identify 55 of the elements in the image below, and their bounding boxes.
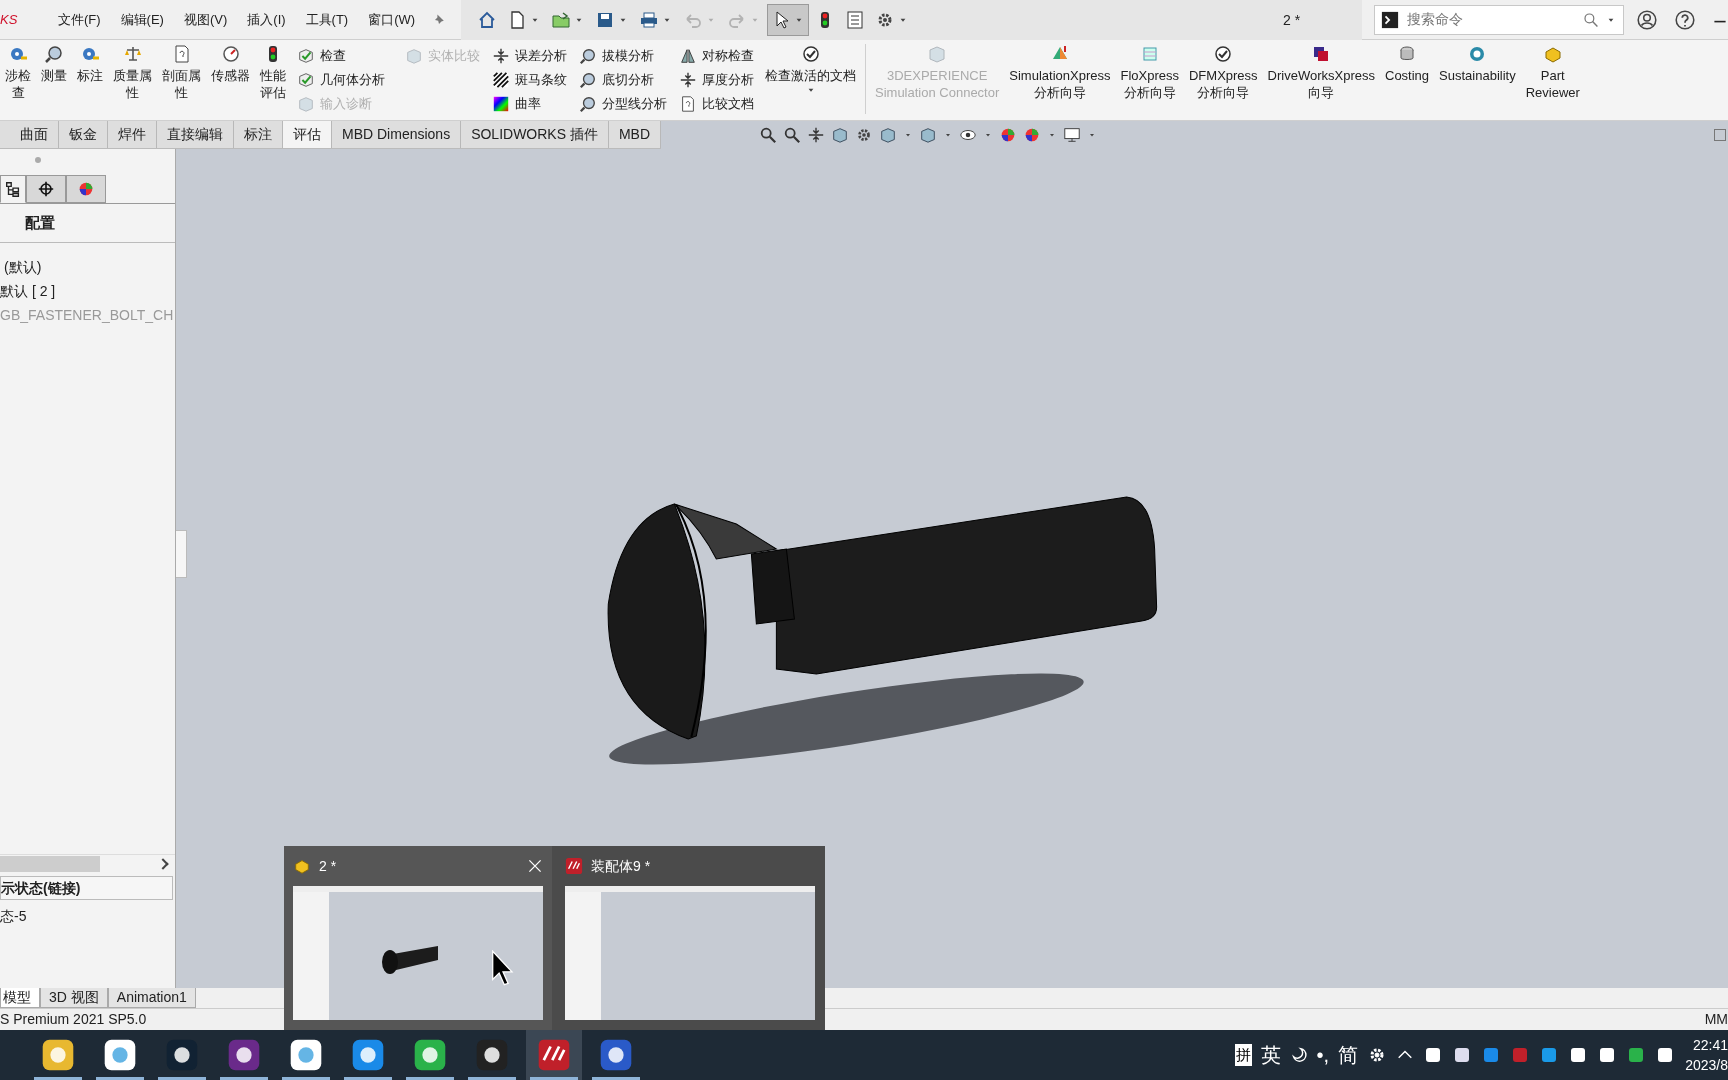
units-text[interactable]: MM <box>1704 1009 1728 1030</box>
menu-item[interactable]: 窗口(W) <box>358 9 426 30</box>
ribbon-button[interactable]: Part Reviewer <box>1520 44 1585 101</box>
ribbon-button[interactable]: 几何体分析 <box>297 68 385 92</box>
ribbon-button[interactable]: FloXpress 分析向导 <box>1115 44 1184 101</box>
ribbon-button[interactable]: 测量 <box>36 44 72 84</box>
ribbon-button[interactable]: SimulationXpress 分析向导 <box>1004 44 1116 101</box>
ribbon-button[interactable]: 比较文档 <box>679 92 754 116</box>
preview-title: 装配体9 * <box>591 856 652 876</box>
ribbon-button[interactable]: 曲率 <box>492 92 567 116</box>
search-bar[interactable]: 搜索命令 <box>1374 4 1624 35</box>
preview-title: 2 * <box>319 856 338 876</box>
tab[interactable]: Animation1 <box>107 988 196 1008</box>
ribbon-button[interactable]: 剖面属性 <box>157 44 206 101</box>
menu-item[interactable]: 视图(V) <box>173 9 238 30</box>
tab[interactable]: 3D 视图 <box>40 988 108 1008</box>
menu-item[interactable]: 编辑(E) <box>110 9 174 30</box>
input-method-text[interactable]: 拼 <box>1234 1043 1252 1067</box>
ribbon-button[interactable]: 分型线分析 <box>579 92 667 116</box>
input-method-text[interactable]: •, <box>1316 1040 1330 1070</box>
input-method-text[interactable]: 简 <box>1338 1040 1359 1070</box>
ribbon-button[interactable]: 误差分析 <box>492 44 567 68</box>
panel-heading: 配置 <box>25 213 56 233</box>
ribbon-button[interactable]: DFMXpress 分析向导 <box>1184 44 1263 101</box>
clock-date[interactable]: 2023/8 <box>1685 1055 1728 1075</box>
menu-item[interactable]: 文件(F) <box>48 9 111 30</box>
ribbon-button[interactable]: 对称检查 <box>679 44 754 68</box>
window-preview[interactable]: 2 * <box>284 846 552 1030</box>
ribbon-button[interactable]: 质量属性 <box>108 44 157 101</box>
logo-text: KS <box>0 10 19 29</box>
tree-item[interactable]: (默认) <box>0 255 175 279</box>
ribbon-button[interactable]: DriveWorksXpress 向导 <box>1262 44 1380 101</box>
ribbon-button[interactable]: 性能评估 <box>255 44 291 101</box>
ribbon-button[interactable]: 检查 <box>297 44 385 68</box>
tab[interactable]: 模型 <box>0 988 40 1008</box>
tree-item[interactable]: 默认 [ 2 ] <box>0 279 175 303</box>
ribbon-button[interactable]: 标注 <box>72 44 108 84</box>
ribbon-button[interactable]: 斑马条纹 <box>492 68 567 92</box>
tab[interactable]: 评估 <box>283 121 332 148</box>
ribbon-button[interactable]: Costing <box>1380 44 1435 84</box>
product-text: S Premium 2021 SP5.0 <box>0 1010 147 1029</box>
ribbon-button[interactable]: 传感器 <box>206 44 255 84</box>
ribbon-button[interactable]: Sustainability <box>1434 44 1521 84</box>
section-header: 示状态(链接) <box>0 876 173 900</box>
ribbon-button[interactable]: 底切分析 <box>579 68 667 92</box>
menu-item[interactable]: 插入(I) <box>237 9 296 30</box>
input-method-text[interactable]: 英 <box>1260 1040 1281 1070</box>
ribbon-button[interactable]: 厚度分析 <box>679 68 754 92</box>
menu-item[interactable]: 工具(T) <box>295 9 359 30</box>
ribbon-button[interactable]: 检查激活的文档 <box>760 44 861 96</box>
list-item[interactable]: 态-5 <box>0 900 175 930</box>
ribbon-button[interactable]: 拔模分析 <box>579 44 667 68</box>
document-title: 2 * <box>1221 0 1362 40</box>
clock-time[interactable]: 22:41 <box>1685 1035 1728 1055</box>
ribbon-button[interactable]: 涉检查 <box>0 44 36 101</box>
